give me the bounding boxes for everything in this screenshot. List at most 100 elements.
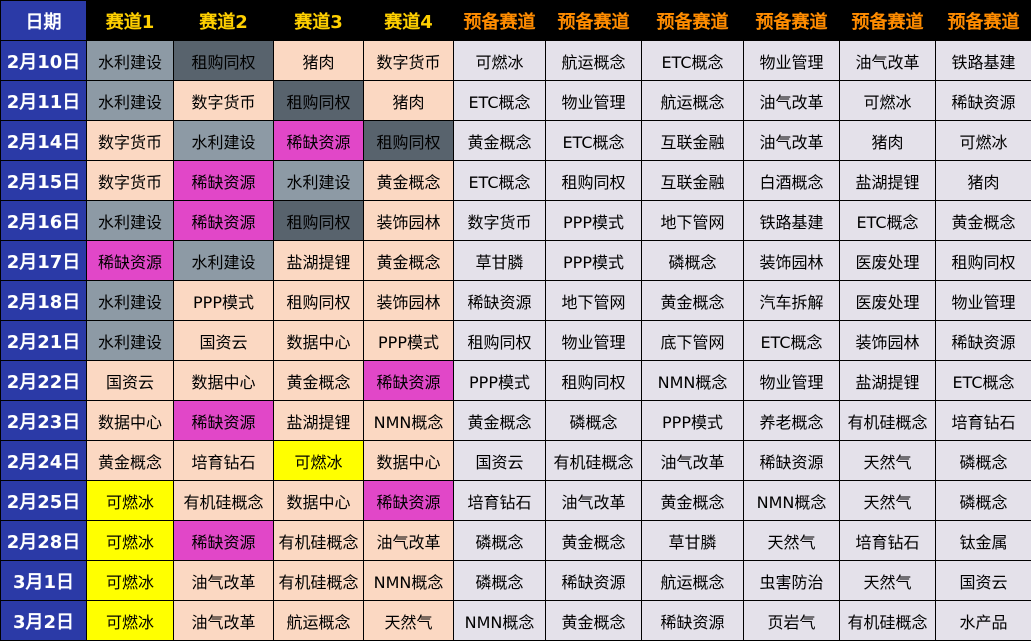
header-reserve-5: 预备赛道 <box>839 0 936 41</box>
reserve-5-cell: 培育钻石 <box>839 520 936 561</box>
header-track-2: 赛道2 <box>173 0 274 41</box>
reserve-1-cell: NMN概念 <box>453 600 546 641</box>
table-row: 2月23日 数据中心 稀缺资源 盐湖提锂 NMN概念 黄金概念 磷概念 PPP模式 养老概念 有机… <box>0 400 1031 441</box>
date-cell: 3月2日 <box>0 600 87 641</box>
track-1-cell: 可燃冰 <box>86 560 174 601</box>
reserve-5-cell: ETC概念 <box>839 200 936 241</box>
reserve-1-cell: 稀缺资源 <box>453 280 546 321</box>
track-3-cell: 有机硅概念 <box>273 560 364 601</box>
track-2-cell: 油气改革 <box>173 560 274 601</box>
table-row: 2月24日 黄金概念 培育钻石 可燃冰 数据中心 国资云 有机硅概念 油气改革 稀缺资源 天然气磷… <box>0 440 1031 481</box>
reserve-2-cell: ETC概念 <box>545 120 642 161</box>
reserve-6-cell: 可燃冰 <box>935 120 1031 161</box>
reserve-5-cell: 医废处理 <box>839 280 936 321</box>
reserve-4-cell: 物业管理 <box>743 40 840 81</box>
reserve-1-cell: 可燃冰 <box>453 40 546 81</box>
reserve-6-cell: 租购同权 <box>935 240 1031 281</box>
track-2-cell: 有机硅概念 <box>173 480 274 521</box>
header-date: 日期 <box>0 0 87 41</box>
reserve-3-cell: 油气改革 <box>641 440 744 481</box>
track-4-cell: 租购同权 <box>363 120 454 161</box>
reserve-6-cell: 磷概念 <box>935 440 1031 481</box>
reserve-2-cell: 物业管理 <box>545 320 642 361</box>
track-4-cell: 天然气 <box>363 600 454 641</box>
track-4-cell: 装饰园林 <box>363 200 454 241</box>
track-4-cell: 稀缺资源 <box>363 480 454 521</box>
date-cell: 2月18日 <box>0 280 87 321</box>
reserve-3-cell: 黄金概念 <box>641 280 744 321</box>
reserve-4-cell: 天然气 <box>743 520 840 561</box>
reserve-6-cell: ETC概念 <box>935 360 1031 401</box>
header-reserve-1: 预备赛道 <box>453 0 546 41</box>
track-3-cell: 猪肉 <box>273 40 364 81</box>
reserve-2-cell: 物业管理 <box>545 80 642 121</box>
date-cell: 2月25日 <box>0 480 87 521</box>
date-cell: 2月22日 <box>0 360 87 401</box>
reserve-3-cell: 草甘膦 <box>641 520 744 561</box>
reserve-5-cell: 天然气 <box>839 440 936 481</box>
track-1-cell: 水利建设 <box>86 280 174 321</box>
reserve-1-cell: ETC概念 <box>453 160 546 201</box>
date-cell: 2月14日 <box>0 120 87 161</box>
track-4-cell: 数字货币 <box>363 40 454 81</box>
table-body: 2月10日 水利建设 租购同权 猪肉 数字货币 可燃冰 航运概念 ETC概念 物业管理 油气改革铁… <box>0 40 1031 641</box>
track-3-cell: 数据中心 <box>273 320 364 361</box>
reserve-6-cell: 钛金属 <box>935 520 1031 561</box>
reserve-5-cell: 可燃冰 <box>839 80 936 121</box>
reserve-5-cell: 天然气 <box>839 480 936 521</box>
reserve-2-cell: 航运概念 <box>545 40 642 81</box>
reserve-6-cell: 磷概念 <box>935 480 1031 521</box>
reserve-3-cell: 地下管网 <box>641 200 744 241</box>
reserve-2-cell: 黄金概念 <box>545 520 642 561</box>
reserve-6-cell: 水产品 <box>935 600 1031 641</box>
date-cell: 2月17日 <box>0 240 87 281</box>
track-2-cell: 租购同权 <box>173 40 274 81</box>
track-2-cell: 稀缺资源 <box>173 400 274 441</box>
table-row: 2月18日 水利建设 PPP模式 租购同权 装饰园林 稀缺资源 地下管网 黄金概念 汽车拆解 医废… <box>0 280 1031 321</box>
track-1-cell: 数字货币 <box>86 120 174 161</box>
reserve-2-cell: 黄金概念 <box>545 600 642 641</box>
reserve-3-cell: 磷概念 <box>641 240 744 281</box>
track-4-cell: 装饰园林 <box>363 280 454 321</box>
reserve-6-cell: 稀缺资源 <box>935 80 1031 121</box>
reserve-3-cell: 稀缺资源 <box>641 600 744 641</box>
reserve-3-cell: 互联金融 <box>641 120 744 161</box>
reserve-5-cell: 盐湖提锂 <box>839 360 936 401</box>
track-4-cell: 黄金概念 <box>363 240 454 281</box>
reserve-1-cell: 磷概念 <box>453 520 546 561</box>
reserve-4-cell: 油气改革 <box>743 120 840 161</box>
track-2-cell: 稀缺资源 <box>173 200 274 241</box>
track-3-cell: 盐湖提锂 <box>273 240 364 281</box>
date-cell: 2月28日 <box>0 520 87 561</box>
date-cell: 2月10日 <box>0 40 87 81</box>
reserve-5-cell: 盐湖提锂 <box>839 160 936 201</box>
reserve-4-cell: 装饰园林 <box>743 240 840 281</box>
track-3-cell: 有机硅概念 <box>273 520 364 561</box>
reserve-3-cell: 航运概念 <box>641 80 744 121</box>
track-2-cell: 油气改革 <box>173 600 274 641</box>
header-reserve-4: 预备赛道 <box>743 0 840 41</box>
reserve-4-cell: 白酒概念 <box>743 160 840 201</box>
track-3-cell: 水利建设 <box>273 160 364 201</box>
table-row: 3月1日 可燃冰 油气改革 有机硅概念 NMN概念 磷概念 稀缺资源 航运概念 虫害防治 天然气国… <box>0 560 1031 601</box>
reserve-2-cell: 磷概念 <box>545 400 642 441</box>
track-2-cell: 数据中心 <box>173 360 274 401</box>
reserve-1-cell: 租购同权 <box>453 320 546 361</box>
reserve-1-cell: 磷概念 <box>453 560 546 601</box>
reserve-4-cell: 养老概念 <box>743 400 840 441</box>
track-2-cell: 水利建设 <box>173 120 274 161</box>
table-row: 3月2日 可燃冰 油气改革 航运概念 天然气 NMN概念 黄金概念 稀缺资源 页岩气 有机硅概念水… <box>0 600 1031 641</box>
track-3-cell: 黄金概念 <box>273 360 364 401</box>
track-1-cell: 稀缺资源 <box>86 240 174 281</box>
track-1-cell: 国资云 <box>86 360 174 401</box>
table-row: 2月10日 水利建设 租购同权 猪肉 数字货币 可燃冰 航运概念 ETC概念 物业管理 油气改革铁… <box>0 40 1031 81</box>
reserve-1-cell: 国资云 <box>453 440 546 481</box>
table-row: 2月15日 数字货币 稀缺资源 水利建设 黄金概念 ETC概念 租购同权 互联金融 白酒概念 盐湖… <box>0 160 1031 201</box>
reserve-4-cell: 油气改革 <box>743 80 840 121</box>
table-row: 2月25日 可燃冰 有机硅概念 数据中心 稀缺资源 培育钻石 油气改革 黄金概念 NMN概念 天然… <box>0 480 1031 521</box>
track-2-cell: 培育钻石 <box>173 440 274 481</box>
table-row: 2月28日 可燃冰 稀缺资源 有机硅概念 油气改革 磷概念 黄金概念 草甘膦 天然气 培育钻石 钛金… <box>0 520 1031 561</box>
track-3-cell: 数据中心 <box>273 480 364 521</box>
track-3-cell: 盐湖提锂 <box>273 400 364 441</box>
reserve-5-cell: 装饰园林 <box>839 320 936 361</box>
